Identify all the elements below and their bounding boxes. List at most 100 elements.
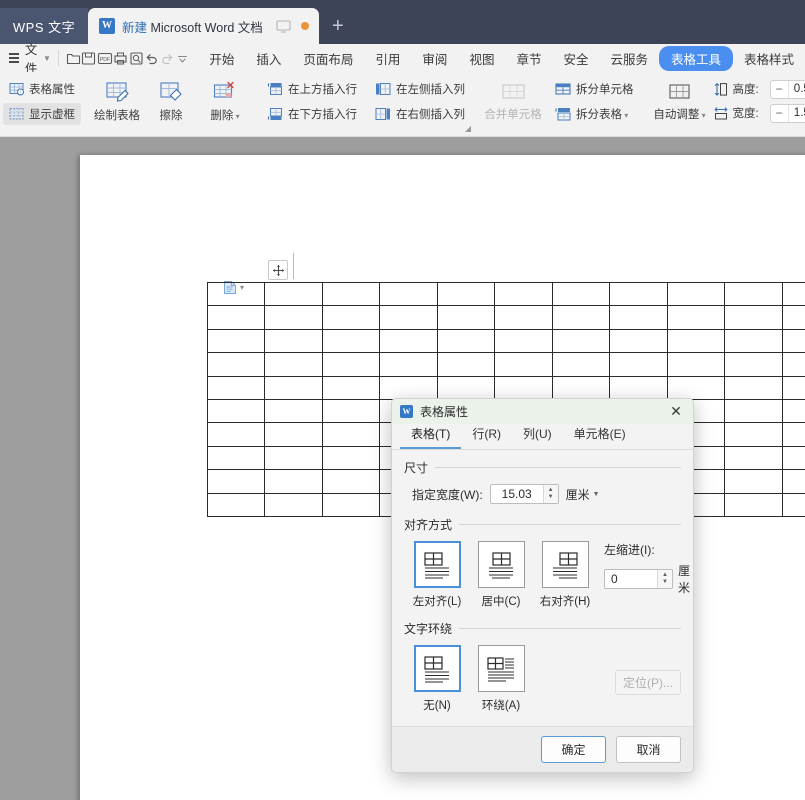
table-cell[interactable] xyxy=(321,305,381,330)
table-cell[interactable] xyxy=(609,375,668,400)
table-cell[interactable] xyxy=(321,352,381,377)
close-icon[interactable]: ✕ xyxy=(665,403,687,420)
table-cell[interactable] xyxy=(379,305,438,330)
split-table-button[interactable]: 拆分表格 ▾ xyxy=(549,103,640,125)
table-cell[interactable] xyxy=(436,328,496,354)
table-cell[interactable] xyxy=(321,469,381,494)
table-cell[interactable] xyxy=(321,375,381,400)
table-cell[interactable] xyxy=(781,492,805,517)
table-move-handle-icon[interactable] xyxy=(268,260,288,280)
table-properties-button[interactable]: i 表格属性 xyxy=(3,78,81,100)
align-left-tile[interactable] xyxy=(413,541,461,588)
table-cell[interactable] xyxy=(206,305,266,330)
table-cell[interactable] xyxy=(321,492,381,517)
table-cell[interactable] xyxy=(724,469,783,494)
print-icon[interactable] xyxy=(113,48,129,68)
table-row[interactable] xyxy=(206,352,805,377)
width-unit-select[interactable]: 厘米 ▼ xyxy=(566,486,600,503)
table-cell[interactable] xyxy=(321,281,381,307)
table-cell[interactable] xyxy=(264,422,323,447)
table-cell[interactable] xyxy=(206,281,266,307)
tab-table[interactable]: 表格(T) xyxy=(400,422,462,449)
table-row[interactable] xyxy=(206,375,805,400)
table-cell[interactable] xyxy=(494,305,553,330)
table-cell[interactable] xyxy=(609,328,668,354)
row-height-stepper[interactable]: − 0.55厘米 + xyxy=(769,79,805,99)
table-cell[interactable] xyxy=(609,281,668,307)
table-cell[interactable] xyxy=(206,492,266,517)
tab-table-tools[interactable]: 表格工具 xyxy=(659,45,734,71)
wrap-around-option[interactable]: 环绕(A) xyxy=(476,645,526,713)
new-tab-button[interactable]: + xyxy=(319,8,357,44)
table-cell[interactable] xyxy=(264,492,323,517)
table-cell[interactable] xyxy=(494,328,553,354)
row-height-decrease[interactable]: − xyxy=(771,81,788,98)
table-cell[interactable] xyxy=(609,305,668,330)
table-cell[interactable] xyxy=(206,398,266,424)
table-row[interactable] xyxy=(206,305,805,330)
undo-icon[interactable] xyxy=(144,48,160,68)
table-cell[interactable] xyxy=(781,375,805,400)
wrap-none-option[interactable]: 无(N) xyxy=(412,645,462,713)
tab-references[interactable]: 引用 xyxy=(364,46,411,71)
table-cell[interactable] xyxy=(494,281,553,307)
table-cell[interactable] xyxy=(321,398,381,424)
table-cell[interactable] xyxy=(666,352,726,377)
insert-col-left-button[interactable]: 在左侧插入列 xyxy=(369,78,471,100)
tab-row[interactable]: 行(R) xyxy=(461,422,512,449)
tab-review[interactable]: 审阅 xyxy=(411,46,458,71)
table-cell[interactable] xyxy=(781,422,805,447)
insert-row-above-button[interactable]: 在上方插入行 xyxy=(261,78,363,100)
monitor-icon[interactable] xyxy=(276,19,291,33)
table-cell[interactable] xyxy=(724,328,783,354)
table-cell[interactable] xyxy=(724,281,783,307)
table-cell[interactable] xyxy=(724,375,783,400)
table-cell[interactable] xyxy=(206,469,266,494)
tab-start[interactable]: 开始 xyxy=(198,46,245,71)
specified-width-spin-arrows[interactable]: ▲ ▼ xyxy=(542,485,558,503)
customize-icon[interactable] xyxy=(175,48,191,68)
split-cells-button[interactable]: 拆分单元格 xyxy=(549,78,640,100)
table-cell[interactable] xyxy=(781,445,805,471)
left-indent-stepper[interactable]: 0 ▲ ▼ xyxy=(604,569,673,589)
tab-cloud-service[interactable]: 云服务 xyxy=(599,46,659,71)
auto-fit-button[interactable]: 自动调整 ▾ xyxy=(649,72,711,130)
table-cell[interactable] xyxy=(666,281,726,307)
table-cell[interactable] xyxy=(264,352,323,377)
table-cell[interactable] xyxy=(666,305,726,330)
tab-column[interactable]: 列(U) xyxy=(512,422,563,449)
tab-sections[interactable]: 章节 xyxy=(505,46,552,71)
table-cell[interactable] xyxy=(206,328,266,354)
table-cell[interactable] xyxy=(551,375,611,400)
save-as-pdf-icon[interactable]: PDF xyxy=(97,48,113,68)
table-cell[interactable] xyxy=(781,352,805,377)
table-cell[interactable] xyxy=(724,352,783,377)
insert-col-right-button[interactable]: 在右侧插入列 xyxy=(369,103,471,125)
table-cell[interactable] xyxy=(724,445,783,471)
table-row[interactable] xyxy=(206,281,805,307)
table-cell[interactable] xyxy=(206,422,266,447)
tab-security[interactable]: 安全 xyxy=(552,46,599,71)
table-cell[interactable] xyxy=(781,469,805,494)
table-cell[interactable] xyxy=(264,398,323,424)
align-right-tile[interactable] xyxy=(541,541,589,588)
insert-row-below-button[interactable]: 在下方插入行 xyxy=(261,103,363,125)
dialog-title-bar[interactable]: W 表格属性 ✕ xyxy=(392,399,693,424)
table-cell[interactable] xyxy=(551,305,611,330)
col-width-decrease[interactable]: − xyxy=(771,105,788,122)
table-cell[interactable] xyxy=(264,375,323,400)
table-cell[interactable] xyxy=(264,305,323,330)
show-gridlines-button[interactable]: 显示虚框 xyxy=(3,102,81,125)
table-cell[interactable] xyxy=(436,352,496,377)
table-cell[interactable] xyxy=(264,445,323,471)
table-cell[interactable] xyxy=(781,398,805,424)
table-cell[interactable] xyxy=(379,328,438,354)
table-cell[interactable] xyxy=(321,328,381,354)
table-cell[interactable] xyxy=(609,352,668,377)
table-cell[interactable] xyxy=(206,375,266,400)
document-tab[interactable]: W 新建 Microsoft Word 文档 xyxy=(88,8,319,44)
table-cell[interactable] xyxy=(666,375,726,400)
table-cell[interactable] xyxy=(781,328,805,354)
table-cell[interactable] xyxy=(321,445,381,471)
table-cell[interactable] xyxy=(379,281,438,307)
